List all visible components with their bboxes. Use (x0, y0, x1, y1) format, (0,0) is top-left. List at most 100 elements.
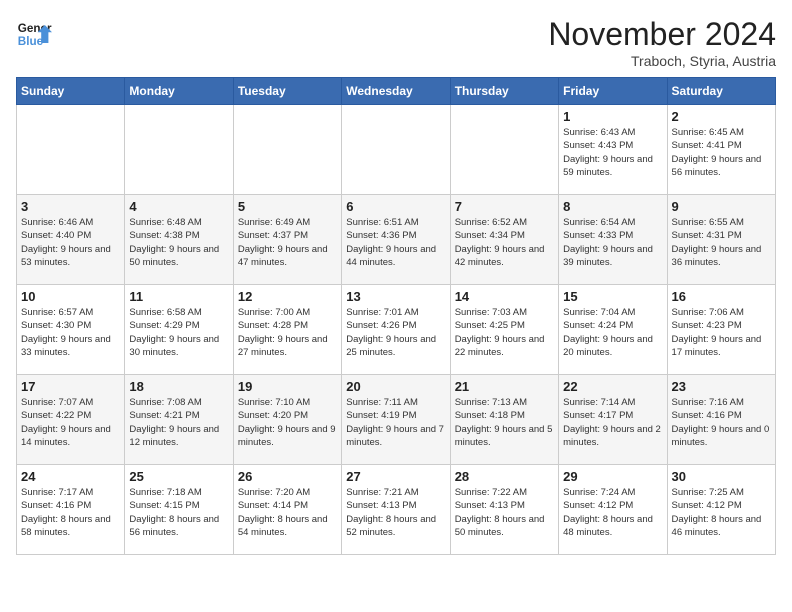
day-info: Sunrise: 7:17 AM Sunset: 4:16 PM Dayligh… (21, 486, 120, 539)
calendar-day-cell: 28 Sunrise: 7:22 AM Sunset: 4:13 PM Dayli… (450, 465, 558, 555)
day-number: 19 (238, 379, 337, 394)
day-number: 27 (346, 469, 445, 484)
day-info: Sunrise: 7:08 AM Sunset: 4:21 PM Dayligh… (129, 396, 228, 449)
day-number: 17 (21, 379, 120, 394)
day-info: Sunrise: 7:20 AM Sunset: 4:14 PM Dayligh… (238, 486, 337, 539)
calendar-table: SundayMondayTuesdayWednesdayThursdayFrid… (16, 77, 776, 555)
calendar-day-cell: 7 Sunrise: 6:52 AM Sunset: 4:34 PM Daylig… (450, 195, 558, 285)
calendar-day-cell: 5 Sunrise: 6:49 AM Sunset: 4:37 PM Daylig… (233, 195, 341, 285)
day-info: Sunrise: 7:25 AM Sunset: 4:12 PM Dayligh… (672, 486, 771, 539)
calendar-day-cell: 4Sunrise: 6:48 AM Sunset: 4:38 PM Daylig… (125, 195, 233, 285)
calendar-day-cell: 25 Sunrise: 7:18 AM Sunset: 4:15 PM Dayli… (125, 465, 233, 555)
day-number: 25 (129, 469, 228, 484)
day-number: 28 (455, 469, 554, 484)
day-number: 8 (563, 199, 662, 214)
svg-text:Blue: Blue (18, 35, 44, 48)
day-number: 26 (238, 469, 337, 484)
day-of-week-header: Friday (559, 78, 667, 105)
logo-icon: General Blue (16, 16, 52, 52)
calendar-day-cell: 19 Sunrise: 7:10 AM Sunset: 4:20 PM Dayli… (233, 375, 341, 465)
day-info: Sunrise: 7:00 AM Sunset: 4:28 PM Dayligh… (238, 306, 337, 359)
day-info: Sunrise: 6:51 AM Sunset: 4:36 PM Dayligh… (346, 216, 445, 269)
day-info: Sunrise: 7:21 AM Sunset: 4:13 PM Dayligh… (346, 486, 445, 539)
calendar-day-cell: 29 Sunrise: 7:24 AM Sunset: 4:12 PM Dayli… (559, 465, 667, 555)
day-of-week-header: Monday (125, 78, 233, 105)
day-number: 5 (238, 199, 337, 214)
month-title: November 2024 (548, 16, 776, 53)
page-header: General Blue November 2024 Traboch, Styr… (16, 16, 776, 69)
day-info: Sunrise: 6:52 AM Sunset: 4:34 PM Dayligh… (455, 216, 554, 269)
day-of-week-header: Thursday (450, 78, 558, 105)
calendar-day-cell: 20 Sunrise: 7:11 AM Sunset: 4:19 PM Dayli… (342, 375, 450, 465)
day-of-week-header: Saturday (667, 78, 775, 105)
calendar-day-cell: 27 Sunrise: 7:21 AM Sunset: 4:13 PM Dayli… (342, 465, 450, 555)
day-of-week-header: Sunday (17, 78, 125, 105)
calendar-week-row: 17 Sunrise: 7:07 AM Sunset: 4:22 PM Dayli… (17, 375, 776, 465)
calendar-day-cell: 15Sunrise: 7:04 AM Sunset: 4:24 PM Dayli… (559, 285, 667, 375)
calendar-day-cell: 10 Sunrise: 6:57 AM Sunset: 4:30 PM Dayli… (17, 285, 125, 375)
calendar-day-cell: 16Sunrise: 7:06 AM Sunset: 4:23 PM Dayli… (667, 285, 775, 375)
day-info: Sunrise: 6:46 AM Sunset: 4:40 PM Dayligh… (21, 216, 120, 269)
day-info: Sunrise: 6:57 AM Sunset: 4:30 PM Dayligh… (21, 306, 120, 359)
day-info: Sunrise: 6:55 AM Sunset: 4:31 PM Dayligh… (672, 216, 771, 269)
calendar-day-cell: 3 Sunrise: 6:46 AM Sunset: 4:40 PM Daylig… (17, 195, 125, 285)
day-number: 20 (346, 379, 445, 394)
day-info: Sunrise: 7:10 AM Sunset: 4:20 PM Dayligh… (238, 396, 337, 449)
day-info: Sunrise: 6:54 AM Sunset: 4:33 PM Dayligh… (563, 216, 662, 269)
day-number: 23 (672, 379, 771, 394)
calendar-day-cell (233, 105, 341, 195)
calendar-day-cell (450, 105, 558, 195)
calendar-day-cell: 30 Sunrise: 7:25 AM Sunset: 4:12 PM Dayli… (667, 465, 775, 555)
calendar-week-row: 3 Sunrise: 6:46 AM Sunset: 4:40 PM Daylig… (17, 195, 776, 285)
day-info: Sunrise: 6:49 AM Sunset: 4:37 PM Dayligh… (238, 216, 337, 269)
calendar-day-cell: 17 Sunrise: 7:07 AM Sunset: 4:22 PM Dayli… (17, 375, 125, 465)
day-info: Sunrise: 7:03 AM Sunset: 4:25 PM Dayligh… (455, 306, 554, 359)
day-number: 9 (672, 199, 771, 214)
day-info: Sunrise: 7:24 AM Sunset: 4:12 PM Dayligh… (563, 486, 662, 539)
day-info: Sunrise: 7:11 AM Sunset: 4:19 PM Dayligh… (346, 396, 445, 449)
day-number: 29 (563, 469, 662, 484)
day-of-week-header: Tuesday (233, 78, 341, 105)
day-number: 3 (21, 199, 120, 214)
day-number: 22 (563, 379, 662, 394)
calendar-day-cell: 8 Sunrise: 6:54 AM Sunset: 4:33 PM Daylig… (559, 195, 667, 285)
day-number: 16 (672, 289, 771, 304)
day-number: 10 (21, 289, 120, 304)
day-number: 13 (346, 289, 445, 304)
day-of-week-header: Wednesday (342, 78, 450, 105)
day-number: 30 (672, 469, 771, 484)
calendar-day-cell: 13 Sunrise: 7:01 AM Sunset: 4:26 PM Dayli… (342, 285, 450, 375)
day-info: Sunrise: 6:48 AM Sunset: 4:38 PM Dayligh… (129, 216, 228, 269)
day-info: Sunrise: 7:07 AM Sunset: 4:22 PM Dayligh… (21, 396, 120, 449)
calendar-day-cell: 2Sunrise: 6:45 AM Sunset: 4:41 PM Daylig… (667, 105, 775, 195)
day-number: 14 (455, 289, 554, 304)
calendar-day-cell (17, 105, 125, 195)
day-info: Sunrise: 7:18 AM Sunset: 4:15 PM Dayligh… (129, 486, 228, 539)
day-number: 12 (238, 289, 337, 304)
day-number: 21 (455, 379, 554, 394)
title-block: November 2024 Traboch, Styria, Austria (548, 16, 776, 69)
calendar-day-cell: 21Sunrise: 7:13 AM Sunset: 4:18 PM Dayli… (450, 375, 558, 465)
day-number: 7 (455, 199, 554, 214)
day-info: Sunrise: 7:22 AM Sunset: 4:13 PM Dayligh… (455, 486, 554, 539)
day-info: Sunrise: 7:01 AM Sunset: 4:26 PM Dayligh… (346, 306, 445, 359)
day-number: 18 (129, 379, 228, 394)
day-info: Sunrise: 6:58 AM Sunset: 4:29 PM Dayligh… (129, 306, 228, 359)
calendar-day-cell: 26 Sunrise: 7:20 AM Sunset: 4:14 PM Dayli… (233, 465, 341, 555)
calendar-day-cell: 12 Sunrise: 7:00 AM Sunset: 4:28 PM Dayli… (233, 285, 341, 375)
calendar-day-cell (342, 105, 450, 195)
day-info: Sunrise: 7:16 AM Sunset: 4:16 PM Dayligh… (672, 396, 771, 449)
location-subtitle: Traboch, Styria, Austria (548, 53, 776, 69)
day-info: Sunrise: 7:14 AM Sunset: 4:17 PM Dayligh… (563, 396, 662, 449)
day-number: 11 (129, 289, 228, 304)
calendar-week-row: 10 Sunrise: 6:57 AM Sunset: 4:30 PM Dayli… (17, 285, 776, 375)
day-number: 6 (346, 199, 445, 214)
calendar-day-cell: 18 Sunrise: 7:08 AM Sunset: 4:21 PM Dayli… (125, 375, 233, 465)
calendar-day-cell: 9 Sunrise: 6:55 AM Sunset: 4:31 PM Daylig… (667, 195, 775, 285)
day-info: Sunrise: 6:43 AM Sunset: 4:43 PM Dayligh… (563, 126, 662, 179)
logo: General Blue (16, 16, 52, 52)
calendar-day-cell: 23 Sunrise: 7:16 AM Sunset: 4:16 PM Dayli… (667, 375, 775, 465)
day-info: Sunrise: 7:04 AM Sunset: 4:24 PM Dayligh… (563, 306, 662, 359)
day-number: 24 (21, 469, 120, 484)
calendar-week-row: 24 Sunrise: 7:17 AM Sunset: 4:16 PM Dayli… (17, 465, 776, 555)
